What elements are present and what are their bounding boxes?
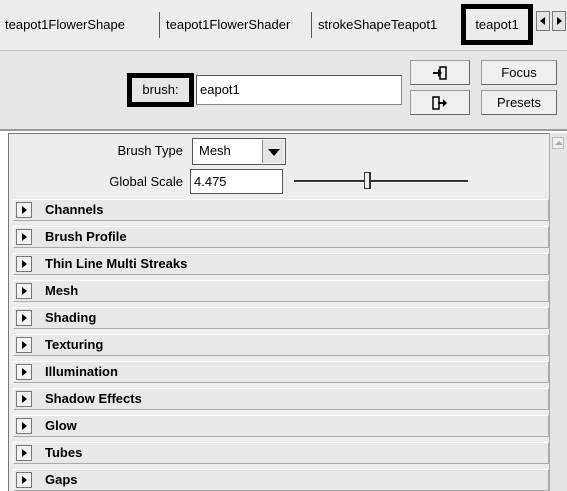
expand-arrow-icon[interactable]: [16, 283, 32, 299]
load-attributes-button[interactable]: [410, 60, 470, 85]
section-texturing[interactable]: Texturing: [13, 334, 549, 356]
section-brush-profile[interactable]: Brush Profile: [13, 226, 549, 248]
expand-arrow-icon[interactable]: [16, 391, 32, 407]
global-scale-slider[interactable]: [294, 180, 468, 183]
expand-arrow-icon[interactable]: [16, 310, 32, 326]
tab-teapot1-flower-shader[interactable]: teapot1FlowerShader: [166, 10, 290, 40]
section-mesh[interactable]: Mesh: [13, 280, 549, 302]
tab-teapot1[interactable]: teapot1: [461, 4, 533, 45]
brush-label: brush:: [127, 73, 194, 107]
tab-bar: teapot1FlowerShape teapot1FlowerShader s…: [0, 0, 567, 50]
section-title: Channels: [45, 202, 104, 217]
section-gaps[interactable]: Gaps: [13, 469, 549, 491]
node-header: brush: eapot1 Focus Presets: [0, 50, 567, 131]
global-scale-field[interactable]: 4.475: [190, 169, 283, 194]
global-scale-label: Global Scale: [109, 174, 183, 189]
expand-arrow-icon[interactable]: [16, 229, 32, 245]
tab-divider: [159, 12, 160, 38]
tab-scroll-left-icon[interactable]: [536, 11, 550, 31]
copy-tab-button[interactable]: [410, 90, 470, 115]
expand-arrow-icon[interactable]: [16, 256, 32, 272]
section-shadow-effects[interactable]: Shadow Effects: [13, 388, 549, 410]
tab-scroll-right-icon[interactable]: [552, 11, 566, 31]
section-title: Illumination: [45, 364, 118, 379]
global-scale-slider-handle[interactable]: [364, 172, 371, 189]
expand-arrow-icon[interactable]: [16, 418, 32, 434]
brush-name-field[interactable]: eapot1: [196, 75, 402, 105]
section-thin-line-multi-streaks[interactable]: Thin Line Multi Streaks: [13, 253, 549, 275]
expand-arrow-icon[interactable]: [16, 202, 32, 218]
section-title: Thin Line Multi Streaks: [45, 256, 188, 271]
tab-divider: [311, 12, 312, 38]
section-title: Mesh: [45, 283, 79, 298]
tab-stroke-shape-teapot1[interactable]: strokeShapeTeapot1: [318, 10, 437, 40]
expand-arrow-icon[interactable]: [16, 445, 32, 461]
tab-teapot1-label: teapot1: [475, 17, 519, 32]
expand-arrow-icon[interactable]: [16, 364, 32, 380]
tab-teapot1-flower-shape[interactable]: teapot1FlowerShape: [5, 10, 125, 40]
section-title: Shading: [45, 310, 97, 325]
section-illumination[interactable]: Illumination: [13, 361, 549, 383]
section-title: Glow: [45, 418, 77, 433]
section-title: Gaps: [45, 472, 78, 487]
focus-button[interactable]: Focus: [481, 60, 557, 85]
copy-tab-icon: [432, 96, 447, 110]
section-shading[interactable]: Shading: [13, 307, 549, 329]
section-tubes[interactable]: Tubes: [13, 442, 549, 464]
section-title: Texturing: [45, 337, 104, 352]
presets-button[interactable]: Presets: [481, 90, 557, 115]
section-glow[interactable]: Glow: [13, 415, 549, 437]
brush-type-dropdown[interactable]: Mesh: [192, 138, 286, 165]
vertical-scrollbar[interactable]: [549, 133, 567, 491]
section-title: Shadow Effects: [45, 391, 142, 406]
brush-type-label: Brush Type: [117, 143, 183, 158]
section-title: Tubes: [45, 445, 83, 460]
load-attributes-icon: [433, 66, 447, 80]
section-title: Brush Profile: [45, 229, 127, 244]
expand-arrow-icon[interactable]: [16, 337, 32, 353]
scroll-up-icon[interactable]: [552, 137, 564, 149]
chevron-down-icon[interactable]: [262, 140, 284, 163]
brush-type-value: Mesh: [199, 143, 231, 158]
section-channels[interactable]: Channels: [13, 199, 549, 221]
expand-arrow-icon[interactable]: [16, 472, 32, 488]
